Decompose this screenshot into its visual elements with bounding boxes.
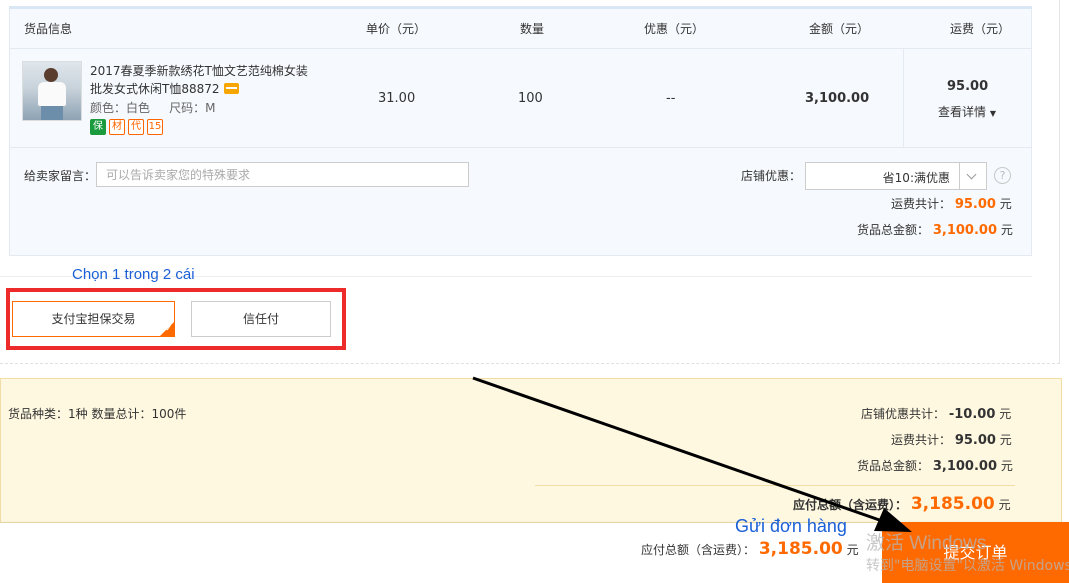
windows-activation-watermark: 激活 Windows [866, 533, 987, 554]
caret-down-icon: ▼ [989, 109, 996, 118]
windows-activation-hint: 转到"电脑设置"以激活 Windows。 [866, 558, 1069, 574]
product-title[interactable]: 2017春夏季新款绣花T恤文艺范纯棉女装批发女式休闲T恤88872 [90, 62, 315, 98]
trust-pay-option[interactable]: 信任付 [191, 301, 331, 337]
total-freight-row: 运费共计： 95.00 元 [891, 431, 1012, 448]
material-badge-icon[interactable]: 材 [109, 119, 125, 135]
total-discount-value: -10.00 [948, 407, 996, 422]
guarantee-badge-icon[interactable]: 保 [90, 119, 106, 135]
payable-total-unit: 元 [998, 498, 1011, 512]
col-header-amount: 金额（元） [809, 22, 870, 36]
dashed-divider [0, 363, 1060, 364]
shop-goods-summary: 货品总金额： 3,100.00 元 [857, 221, 1013, 238]
total-freight-value: 95.00 [954, 433, 996, 448]
seller-message-label: 给卖家留言： [24, 169, 97, 183]
annotation-choose-one: Chọn 1 trong 2 cái [72, 266, 195, 283]
shop-freight-unit: 元 [999, 197, 1012, 211]
footer-payable-label: 应付总额（含运费）： [641, 543, 756, 557]
total-discount-unit: 元 [999, 407, 1012, 421]
col-header-unit-price: 单价（元） [366, 22, 427, 36]
footer-payable-unit: 元 [846, 543, 859, 557]
shop-discount-label: 店铺优惠： [741, 169, 802, 183]
total-goods-row: 货品总金额： 3,100.00 元 [857, 457, 1013, 474]
freight-column-divider [903, 49, 904, 147]
col-header-quantity: 数量 [520, 22, 545, 36]
row-divider [10, 147, 1031, 148]
payable-total-value: 3,185.00 [910, 494, 995, 514]
return-15-badge-icon[interactable]: 15 [147, 119, 163, 135]
total-freight-unit: 元 [999, 433, 1012, 447]
product-thumbnail[interactable] [22, 61, 82, 121]
col-header-product: 货品信息 [24, 22, 73, 36]
total-discount-label: 店铺优惠共计： [861, 407, 946, 421]
total-goods-unit: 元 [1000, 459, 1013, 473]
total-discount-row: 店铺优惠共计： -10.00 元 [861, 405, 1011, 422]
view-details-label[interactable]: 查看详情 [938, 105, 986, 119]
amount-value: 3,100.00 [805, 91, 870, 106]
quantity-value: 100 [518, 91, 543, 106]
help-icon[interactable]: ? [994, 167, 1011, 184]
service-badges: 保 材 代 15 [90, 119, 163, 135]
payable-total-label: 应付总额（含运费）： [793, 498, 908, 512]
credit-card-icon [223, 83, 239, 94]
shop-freight-summary: 运费共计： 95.00 元 [891, 195, 1012, 212]
unit-price-value: 31.00 [378, 91, 416, 106]
col-header-freight: 运费（元） [950, 22, 1011, 36]
header-divider [10, 48, 1031, 49]
shop-discount-select[interactable]: 省10:满优惠 [805, 162, 987, 190]
product-size: 尺码：M [169, 101, 216, 115]
footer-payable-value: 3,185.00 [758, 539, 843, 559]
order-panel-top-border [9, 6, 1032, 9]
annotation-send-order: Gửi đơn hàng [735, 516, 847, 536]
col-header-discount: 优惠（元） [644, 22, 705, 36]
shop-discount-selected[interactable]: 省10:满优惠 [806, 169, 956, 186]
freight-value: 95.00 [947, 79, 989, 94]
view-details-link[interactable]: 查看详情 ▼ [938, 103, 996, 120]
payable-total-row: 应付总额（含运费）： 3,185.00 元 [793, 494, 1011, 514]
thumbnail-model-head [44, 68, 58, 82]
total-freight-label: 运费共计： [891, 433, 952, 447]
thumbnail-model-shirt [38, 82, 66, 106]
discount-value: -- [666, 91, 676, 106]
shop-freight-label: 运费共计： [891, 197, 952, 211]
product-color: 颜色：白色 [90, 101, 151, 115]
seller-message-input[interactable] [96, 162, 469, 187]
chevron-down-icon[interactable] [959, 163, 986, 189]
selected-check-icon [160, 322, 174, 336]
trust-pay-label[interactable]: 信任付 [243, 312, 279, 326]
product-attributes: 颜色：白色 尺码：M [90, 99, 215, 116]
product-title-text[interactable]: 2017春夏季新款绣花T恤文艺范纯棉女装批发女式休闲T恤88872 [90, 64, 308, 96]
shop-freight-value: 95.00 [954, 197, 996, 212]
page-right-border [1059, 0, 1060, 363]
alipay-escrow-label[interactable]: 支付宝担保交易 [51, 312, 135, 326]
total-goods-value: 3,100.00 [932, 459, 997, 474]
shop-goods-unit: 元 [1000, 223, 1013, 237]
order-stats: 货品种类：1种 数量总计：100件 [8, 407, 187, 421]
thumbnail-model-jeans [41, 106, 63, 120]
dropship-badge-icon[interactable]: 代 [128, 119, 144, 135]
total-goods-label: 货品总金额： [857, 459, 930, 473]
totals-divider [535, 485, 1015, 486]
shop-goods-label: 货品总金额： [857, 223, 930, 237]
alipay-escrow-option[interactable]: 支付宝担保交易 [12, 301, 175, 337]
footer-payable-row: 应付总额（含运费）： 3,185.00 元 [641, 539, 859, 559]
shop-goods-value: 3,100.00 [932, 223, 997, 238]
